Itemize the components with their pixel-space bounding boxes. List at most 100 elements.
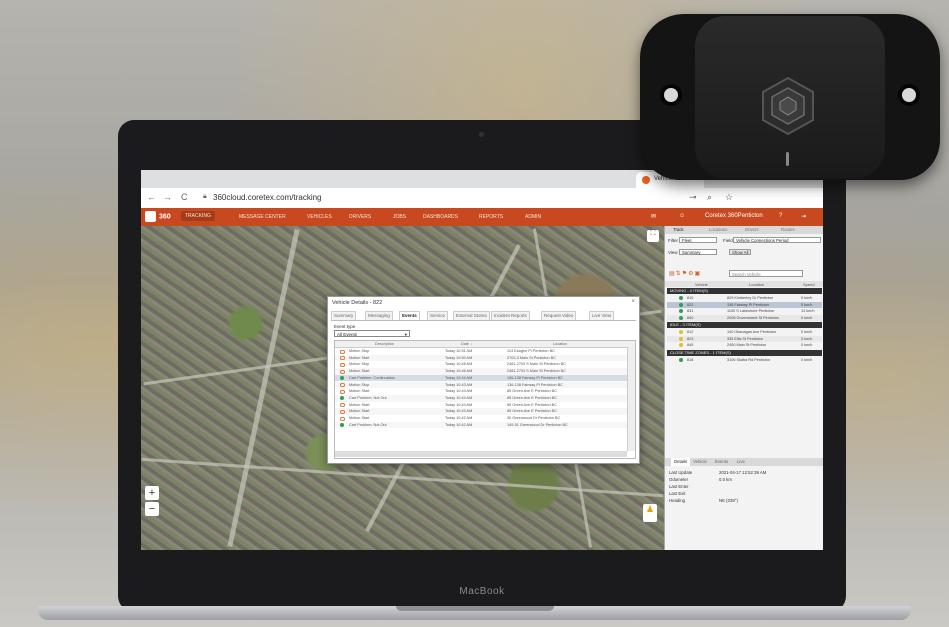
zoom-icon[interactable]: ⌕ bbox=[707, 192, 712, 203]
vehicle-loc: 1100 S Lakeshore Penticton bbox=[727, 309, 775, 313]
vehicle-id: 812 bbox=[687, 330, 694, 334]
app-logo[interactable]: 360 bbox=[145, 211, 175, 223]
table-row[interactable]: Motion Start Today 10:46 AM 2481-2703 S Ma… bbox=[335, 368, 627, 375]
panel-tab-routes[interactable]: Routes bbox=[781, 227, 795, 232]
details-tab-vehicle[interactable]: Vehicle bbox=[693, 459, 707, 464]
details-tab-details[interactable]: Details bbox=[671, 458, 691, 466]
dialog-tab-messaging[interactable]: Messaging bbox=[365, 311, 393, 320]
nav-admin[interactable]: ADMIN bbox=[525, 214, 541, 220]
vehicle-loc: 140 Okanagan Ave Penticton bbox=[727, 330, 777, 334]
vehicle-id: 831 bbox=[687, 309, 694, 313]
zoom-out-button[interactable]: − bbox=[145, 502, 159, 516]
nav-tracking[interactable]: TRACKING bbox=[181, 211, 215, 221]
vehicle-id: 810 bbox=[687, 296, 694, 300]
details-tab-live[interactable]: Live bbox=[737, 459, 745, 464]
vehicle-row[interactable]: 812 140 Okanagan Ave Penticton 0 km/h bbox=[667, 329, 822, 335]
telematics-device bbox=[640, 14, 940, 180]
panel-toolbar-icons[interactable]: ▤⇅⚑⚙▣ bbox=[669, 270, 701, 277]
close-icon[interactable]: × bbox=[631, 299, 635, 305]
motion-icon bbox=[340, 416, 345, 421]
details-tab-events[interactable]: Events bbox=[715, 459, 728, 464]
vehicle-group-header[interactable]: CLOSE TIME ZONES - 1 ITEM(S) bbox=[667, 349, 822, 356]
cell-desc: Cart Problem: Continuation bbox=[349, 375, 395, 380]
nav-vehicles[interactable]: VEHICLES bbox=[307, 214, 332, 220]
field-select[interactable]: Vehicle Connections Period bbox=[733, 237, 821, 243]
street-view-pegman-icon[interactable]: ♟ bbox=[643, 504, 657, 522]
key-icon[interactable]: ⊸ bbox=[689, 192, 697, 203]
dialog-tab-external-stores[interactable]: External Stores bbox=[453, 311, 490, 320]
reload-icon[interactable]: C bbox=[181, 192, 188, 202]
table-row[interactable]: Motion Stop Today 10:48 AM 2481-2703 S Mai… bbox=[335, 361, 627, 368]
cell-desc: Cart Problem: Not Out bbox=[349, 395, 387, 400]
col-vehicle-location[interactable]: Location bbox=[749, 282, 764, 287]
detail-row: Last Exit bbox=[669, 491, 685, 496]
motion-icon bbox=[340, 362, 345, 367]
filter-select[interactable]: Fleet bbox=[679, 237, 717, 243]
vertical-scrollbar[interactable] bbox=[627, 347, 635, 451]
logout-icon[interactable]: ⇥ bbox=[801, 213, 806, 220]
browser-address-bar: ← → C 🔒︎ 360cloud.coretex.com/tracking ⊸… bbox=[141, 188, 823, 209]
col-speed[interactable]: Speed bbox=[803, 282, 815, 287]
col-location[interactable]: Location bbox=[553, 342, 567, 346]
vehicle-row[interactable]: 840 2008 Government St Penticton 0 km/h bbox=[667, 314, 822, 321]
forward-icon[interactable]: → bbox=[163, 192, 172, 202]
zoom-in-button[interactable]: + bbox=[145, 486, 159, 500]
panel-tab-drivers[interactable]: Drivers bbox=[745, 227, 759, 232]
table-row[interactable]: Motion Stop Today 10:43 AM 136-138 Fairway… bbox=[335, 381, 627, 389]
nav-reports[interactable]: REPORTS bbox=[479, 214, 503, 220]
panel-tab-track[interactable]: Track bbox=[673, 227, 684, 232]
nav-drivers[interactable]: DRIVERS bbox=[349, 214, 371, 220]
nav-jobs[interactable]: JOBS bbox=[393, 214, 406, 220]
user-icon[interactable]: ☺ bbox=[679, 213, 685, 219]
horizontal-scrollbar[interactable] bbox=[335, 451, 627, 457]
col-date[interactable]: Date ↓ bbox=[461, 342, 472, 346]
user-name[interactable]: Coretex 360Penticton bbox=[705, 213, 763, 219]
laptop-brand: MacBook bbox=[459, 586, 505, 597]
panel-tab-locations[interactable]: Locations bbox=[709, 227, 727, 232]
nav-message-center[interactable]: MESSAGE CENTER bbox=[239, 214, 286, 220]
event-type-select[interactable]: All Events ▾ bbox=[334, 330, 410, 337]
col-vehicle[interactable]: Vehicle bbox=[695, 282, 708, 287]
cell-desc: Motion Stop bbox=[349, 362, 370, 367]
cell-date: Today 10:44 AM bbox=[445, 395, 473, 400]
vehicle-group-header[interactable]: MOVING - 4 ITEM(S) bbox=[667, 288, 822, 294]
table-row[interactable]: Cart Problem: Not Out Today 10:44 AM 85 Gr… bbox=[335, 394, 627, 402]
table-row[interactable]: Motion Start Today 10:43 AM 85 Green Ave E… bbox=[335, 408, 627, 415]
vehicle-row[interactable]: 822 136 Fairway Pl Penticton 0 km/h bbox=[667, 301, 822, 308]
dialog-tab-incident-reports[interactable]: Incident Reports bbox=[491, 311, 530, 320]
table-row[interactable]: Motion Stop Today 10:51 AM 113 Eaughn Pl P… bbox=[335, 348, 627, 355]
vehicle-row[interactable]: 831 1100 S Lakeshore Penticton 14 km/h bbox=[667, 308, 822, 314]
vehicle-group-header[interactable]: IDLE - 3 ITEM(S) bbox=[667, 322, 822, 328]
dialog-tab-service[interactable]: Service bbox=[427, 311, 449, 320]
show-all-button[interactable]: Show All bbox=[729, 249, 752, 255]
fullscreen-icon[interactable]: ⛶ bbox=[647, 230, 659, 242]
mail-icon[interactable]: ✉ bbox=[651, 213, 656, 220]
nav-dashboards[interactable]: DASHBOARDS bbox=[423, 214, 458, 220]
grid-header: Description Date ↓ Location bbox=[335, 341, 635, 348]
dialog-tab-request-video[interactable]: Request Video bbox=[541, 311, 577, 320]
table-row[interactable]: Motion Start Today 10:42 AM 30 Greenwood D… bbox=[335, 415, 627, 422]
laptop-lid: Vehicle Trac ← → C 🔒︎ 360cloud.coretex.c… bbox=[118, 120, 846, 612]
vehicle-row[interactable]: 823 335 Ellis St Penticton 0 km/h bbox=[667, 335, 822, 342]
table-row[interactable]: Cart Problem: Not Out Today 10:42 AM 149-5… bbox=[335, 421, 627, 429]
table-row[interactable]: Motion Start Today 10:44 AM 85 Green Ave E… bbox=[335, 402, 627, 409]
motion-icon bbox=[340, 356, 345, 361]
table-row[interactable]: Motion Start Today 10:43 AM 85 Green Ave E… bbox=[335, 388, 627, 395]
col-description[interactable]: Description bbox=[375, 342, 394, 346]
view-select[interactable]: Summary bbox=[679, 249, 717, 255]
dialog-tab-live-view[interactable]: Live View bbox=[589, 311, 615, 320]
detail-key: Last Exit bbox=[669, 491, 686, 496]
table-row[interactable]: Motion Start Today 10:50 AM 2702-3 Main St… bbox=[335, 354, 627, 362]
vehicle-row[interactable]: 845 2450 Main St Penticton 0 km/h bbox=[667, 342, 822, 348]
vehicle-row[interactable]: 810 829 Kimberley Dr Penticton 0 km/h bbox=[667, 295, 822, 301]
vehicle-row[interactable]: 818 3106 Skaha Rd Penticton 0 km/h bbox=[667, 357, 822, 363]
url-input[interactable]: 360cloud.coretex.com/tracking bbox=[213, 193, 322, 202]
back-icon[interactable]: ← bbox=[147, 192, 156, 202]
search-vehicle-input[interactable]: Search Vehicle bbox=[729, 270, 803, 277]
dialog-tab-summary[interactable]: Summary bbox=[331, 311, 357, 320]
table-row[interactable]: Cart Problem: Continuation Today 10:44 AM… bbox=[335, 374, 627, 382]
dialog-tab-events[interactable]: Events bbox=[399, 311, 420, 320]
bookmark-star-icon[interactable]: ☆ bbox=[725, 192, 733, 203]
help-icon[interactable]: ? bbox=[779, 213, 782, 219]
cell-date: Today 10:43 AM bbox=[445, 409, 473, 414]
